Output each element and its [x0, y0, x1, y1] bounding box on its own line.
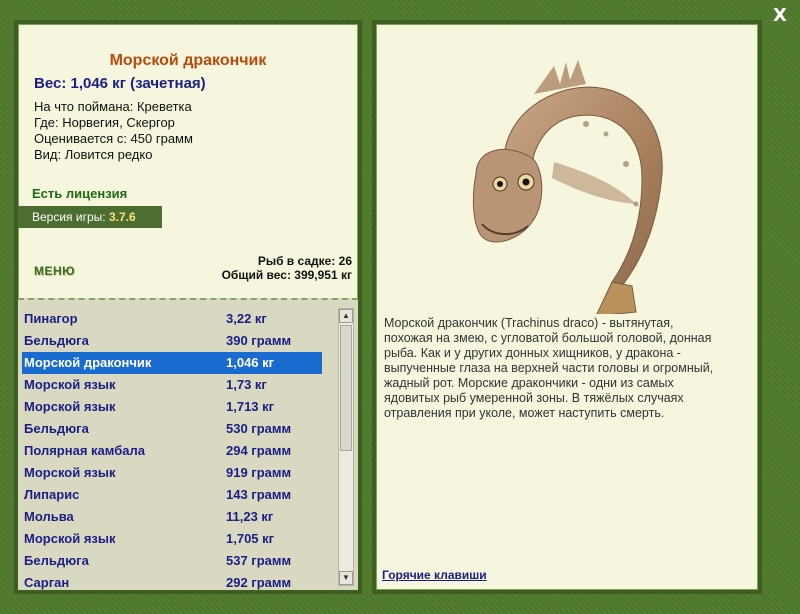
list-item-weight: 1,73 кг	[226, 377, 267, 392]
version-label: Версия игры:	[32, 210, 106, 224]
close-button[interactable]: X	[770, 6, 790, 26]
list-item[interactable]: Бельдюга 537 грамм	[22, 550, 322, 572]
info-rated-from: Оценивается с: 450 грамм	[34, 131, 193, 146]
list-item-weight: 294 грамм	[226, 443, 292, 458]
list-item-weight: 143 грамм	[226, 487, 292, 502]
list-item-weight: 919 грамм	[226, 465, 292, 480]
list-item[interactable]: Морской язык 1,73 кг	[22, 374, 322, 396]
fish-info-lines: На что поймана: Креветка Где: Норвегия, …	[34, 99, 193, 163]
menu-button[interactable]: МЕНЮ	[34, 264, 75, 278]
list-item[interactable]: Пинагор 3,22 кг	[22, 308, 322, 330]
info-rarity: Вид: Ловится редко	[34, 147, 153, 162]
list-item[interactable]: Сарган 292 грамм	[22, 572, 322, 590]
info-location: Где: Норвегия, Скергор	[34, 115, 175, 130]
scroll-down-icon[interactable]: ▼	[339, 571, 353, 585]
list-item-name: Морской язык	[24, 531, 116, 546]
fish-title: Морской дракончик	[109, 52, 267, 69]
list-item[interactable]: Морской дракончик 1,046 кг	[22, 352, 322, 374]
list-item-weight: 1,713 кг	[226, 399, 275, 414]
fish-detail-panel: Морской дракончик (Trachinus draco) - вы…	[372, 20, 762, 594]
list-item-weight: 1,705 кг	[226, 531, 275, 546]
list-item-name: Полярная камбала	[24, 443, 145, 458]
list-item-weight: 390 грамм	[226, 333, 292, 348]
list-item[interactable]: Полярная камбала 294 грамм	[22, 440, 322, 462]
fish-weight: Вес: 1,046 кг (зачетная)	[34, 75, 206, 92]
list-item-name: Бельдюга	[24, 333, 89, 348]
scroll-thumb[interactable]	[340, 325, 352, 451]
list-item-name: Бельдюга	[24, 553, 89, 568]
list-item-name: Мольва	[24, 509, 74, 524]
list-item-weight: 11,23 кг	[226, 509, 274, 524]
fish-info-panel: Морской дракончик Вес: 1,046 кг (зачетна…	[14, 20, 362, 594]
list-item-weight: 292 грамм	[226, 575, 292, 590]
version-bar: Версия игры: 3.7.6	[18, 206, 162, 228]
fish-count: Рыб в садке: 26	[257, 254, 352, 268]
list-item[interactable]: Морской язык 1,713 кг	[22, 396, 322, 418]
list-item[interactable]: Морской язык 1,705 кг	[22, 528, 322, 550]
list-item-weight: 1,046 кг	[226, 355, 275, 370]
hotkeys-link[interactable]: Горячие клавиши	[382, 568, 487, 582]
list-item-name: Сарган	[24, 575, 70, 590]
fish-image	[472, 60, 663, 314]
list-item[interactable]: Бельдюга 530 грамм	[22, 418, 322, 440]
list-item[interactable]: Морской язык 919 грамм	[22, 462, 322, 484]
version-value: 3.7.6	[108, 210, 136, 224]
list-item-name: Морской язык	[24, 465, 116, 480]
list-item-name: Липарис	[24, 487, 80, 502]
list-item-name: Морской дракончик	[24, 355, 152, 370]
license-status: Есть лицензия	[32, 186, 128, 201]
fish-list-container: Пинагор 3,22 кг Бельдюга 390 грамм Морской д…	[18, 298, 358, 590]
total-weight: Общий вес: 399,951 кг	[221, 268, 352, 282]
list-item-name: Морской язык	[24, 399, 116, 414]
list-item-name: Бельдюга	[24, 421, 89, 436]
fish-description: Морской дракончик (Trachinus draco) - вы…	[384, 316, 714, 420]
scroll-up-icon[interactable]: ▲	[339, 309, 353, 323]
list-item[interactable]: Мольва 11,23 кг	[22, 506, 322, 528]
catch-stats: Рыб в садке: 26 Общий вес: 399,951 кг	[222, 254, 352, 282]
fish-list: Пинагор 3,22 кг Бельдюга 390 грамм Морской д…	[22, 308, 322, 590]
list-item[interactable]: Липарис 143 грамм	[22, 484, 322, 506]
list-item-weight: 537 грамм	[226, 553, 292, 568]
info-bait: На что поймана: Креветка	[34, 99, 192, 114]
list-item-weight: 530 грамм	[226, 421, 292, 436]
list-item-name: Морской язык	[24, 377, 116, 392]
list-item[interactable]: Бельдюга 390 грамм	[22, 330, 322, 352]
list-scrollbar[interactable]: ▲ ▼	[338, 308, 354, 586]
list-item-name: Пинагор	[24, 311, 78, 326]
list-item-weight: 3,22 кг	[226, 311, 267, 326]
